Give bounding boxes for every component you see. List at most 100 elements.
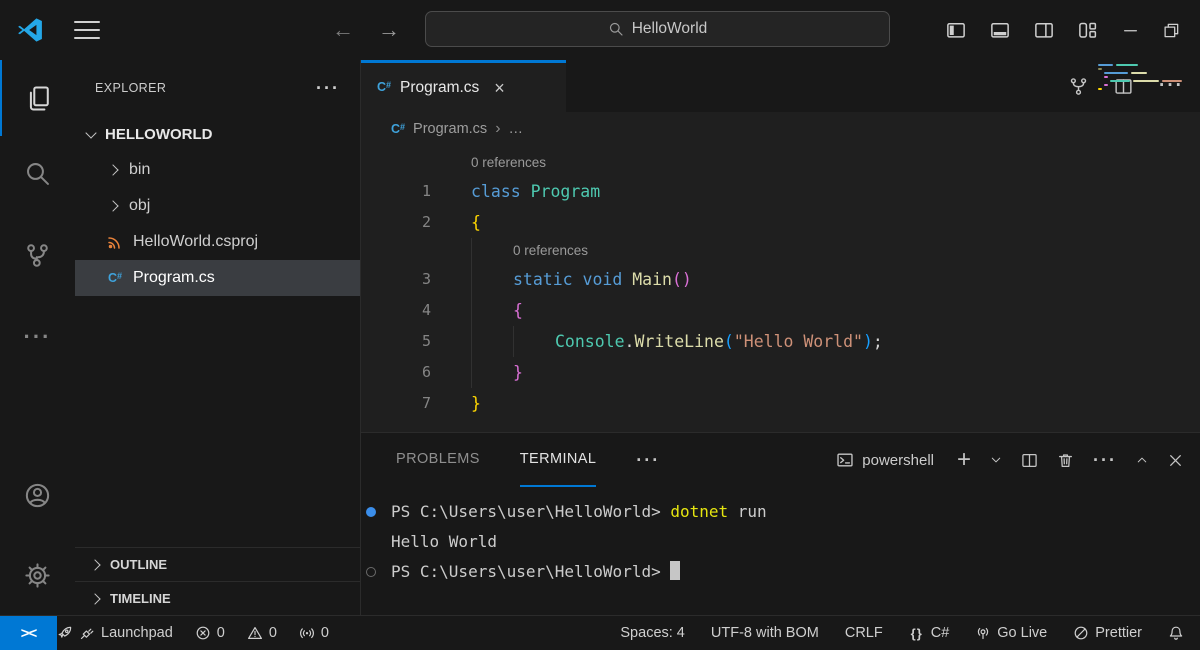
maximize-panel-icon[interactable] (1136, 454, 1148, 466)
tree-item-obj[interactable]: obj (75, 188, 360, 224)
explorer-actions-icon[interactable]: ··· (316, 78, 340, 99)
terminal-token: Hello World (391, 532, 497, 551)
token (521, 182, 531, 201)
status-prettier[interactable]: Prettier (1073, 625, 1142, 641)
minimap-line (1094, 88, 1184, 90)
status-language-mode[interactable]: {}C# (909, 625, 950, 641)
status-errors-label: 0 (217, 625, 225, 641)
minimap-seg (1104, 76, 1108, 78)
token: static (513, 270, 573, 289)
status-ports[interactable]: 0 (299, 625, 329, 641)
nav-forward-icon[interactable]: → (378, 17, 400, 43)
ports-icon (299, 625, 315, 641)
breadcrumb-symbol[interactable]: … (509, 121, 524, 137)
status-remote[interactable]: >< (0, 616, 57, 650)
terminal-line-1: PS C:\Users\user\HelloWorld> dotnet run (361, 497, 1200, 527)
indent-guide (513, 326, 555, 357)
activity-item-source-control[interactable] (0, 231, 75, 279)
toggle-primary-sidebar-icon[interactable] (946, 20, 966, 40)
line-content: class Program (431, 176, 600, 207)
tab-close-icon[interactable]: × (494, 79, 505, 97)
section-outline[interactable]: OUTLINE (75, 547, 360, 581)
codelens-text[interactable]: 0 references (513, 243, 588, 258)
menu-hamburger-icon[interactable] (74, 21, 100, 39)
status-indentation[interactable]: Spaces: 4 (620, 625, 685, 641)
line-content: Console.WriteLine("Hello World"); (431, 326, 883, 357)
code-line-6[interactable]: 6} (361, 357, 1200, 388)
terminal-cursor (670, 561, 680, 580)
token: } (471, 394, 481, 413)
terminal-dropdown-icon[interactable] (990, 454, 1002, 466)
nav-back-icon[interactable]: ← (332, 17, 354, 43)
minimap-seg (1098, 68, 1102, 70)
status-errors[interactable]: 0 (195, 625, 225, 641)
status-bar: ><Launchpad 0 0 0 Spaces: 4 UTF-8 with BOM CR… (0, 615, 1200, 650)
toggle-panel-icon[interactable] (990, 20, 1010, 40)
minimap-line (1094, 76, 1184, 78)
section-timeline[interactable]: TIMELINE (75, 581, 360, 615)
new-terminal-icon[interactable]: + (957, 448, 971, 472)
chevron-right-icon (89, 559, 100, 570)
activity-item-settings[interactable] (0, 551, 75, 599)
kill-terminal-icon[interactable] (1057, 452, 1074, 469)
activity-item-account[interactable] (0, 471, 75, 519)
customize-layout-icon[interactable] (1078, 20, 1098, 40)
search-icon (608, 21, 624, 37)
code-line-5[interactable]: 5Console.WriteLine("Hello World"); (361, 326, 1200, 357)
status-launchpad[interactable]: Launchpad (57, 625, 173, 641)
status-warnings[interactable]: 0 (247, 625, 277, 641)
tab-program-cs[interactable]: C# Program.cs × (361, 60, 566, 112)
run-or-compare-icon[interactable] (1069, 77, 1088, 96)
panel-more-actions-icon[interactable]: ··· (1093, 450, 1117, 471)
minimap[interactable] (1094, 64, 1184, 92)
code-line-3[interactable]: 3static void Main() (361, 264, 1200, 295)
panel-more-tabs-icon[interactable]: ··· (636, 450, 660, 471)
more-icon: ··· (24, 324, 52, 350)
activity-item-search[interactable] (0, 149, 75, 197)
close-panel-icon[interactable] (1167, 452, 1184, 469)
tab-label: Program.cs (400, 79, 479, 97)
indent-guide (471, 264, 513, 295)
token: . (625, 332, 635, 351)
toggle-secondary-sidebar-icon[interactable] (1034, 20, 1054, 40)
terminal-shell-selector[interactable]: powershell (836, 451, 934, 469)
csharp-file-icon: C# (391, 123, 405, 136)
activity-item-explorer[interactable] (0, 60, 75, 136)
window-minimize-icon[interactable] (1122, 22, 1139, 39)
tree-root-helloworld[interactable]: HELLOWORLD (75, 116, 360, 152)
codelens-text[interactable]: 0 references (471, 155, 546, 170)
tree-item-bin[interactable]: bin (75, 152, 360, 188)
code-line-2[interactable]: 2{ (361, 207, 1200, 238)
tab-terminal[interactable]: TERMINAL (520, 433, 597, 487)
code-editor[interactable]: 0 references 1class Program2{ 0 references… (361, 146, 1200, 419)
command-center-search[interactable]: HelloWorld (425, 11, 890, 47)
chevron-right-icon (107, 200, 118, 211)
terminal-output[interactable]: PS C:\Users\user\HelloWorld> dotnet run H… (361, 487, 1200, 587)
indent-guide (471, 238, 513, 264)
tree-item-helloworld-csproj[interactable]: HelloWorld.csproj (75, 224, 360, 260)
breadcrumb[interactable]: C# Program.cs › … (361, 112, 1200, 146)
code-line-7[interactable]: 7} (361, 388, 1200, 419)
split-terminal-icon[interactable] (1021, 452, 1038, 469)
breadcrumb-file[interactable]: Program.cs (413, 121, 487, 137)
code-line-1[interactable]: 1class Program (361, 176, 1200, 207)
status-notifications[interactable] (1168, 625, 1184, 641)
tree-item-program-cs[interactable]: C#Program.cs (75, 260, 360, 296)
chevron-down-icon (85, 127, 96, 138)
minimap-seg (1104, 72, 1128, 74)
activity-item-more[interactable]: ··· (0, 313, 75, 361)
status-ports-label: 0 (321, 625, 329, 641)
minimap-seg (1133, 80, 1159, 82)
tab-problems[interactable]: PROBLEMS (396, 433, 480, 487)
token (622, 270, 632, 289)
indent-guide (471, 357, 513, 388)
terminal-line-3: PS C:\Users\user\HelloWorld> (361, 557, 1200, 587)
status-go-live[interactable]: Go Live (975, 625, 1047, 641)
token: { (471, 213, 481, 232)
minimap-seg (1098, 64, 1113, 66)
status-eol[interactable]: CRLF (845, 625, 883, 641)
window-restore-icon[interactable] (1163, 22, 1180, 39)
code-line-4[interactable]: 4{ (361, 295, 1200, 326)
status-encoding[interactable]: UTF-8 with BOM (711, 625, 819, 641)
explorer-sidebar: EXPLORER ··· HELLOWORLD binobjHelloWorld… (75, 60, 360, 615)
